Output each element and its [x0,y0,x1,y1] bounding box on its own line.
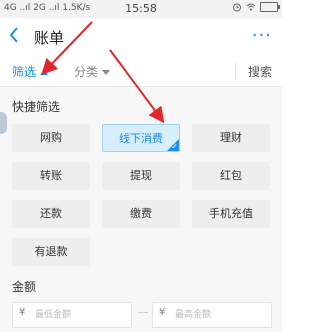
annotation-arrow-filter [41,21,93,75]
check-icon: ✓ [171,142,178,151]
annotation-arrow-chip [109,49,165,124]
annotation-arrows [41,21,165,124]
